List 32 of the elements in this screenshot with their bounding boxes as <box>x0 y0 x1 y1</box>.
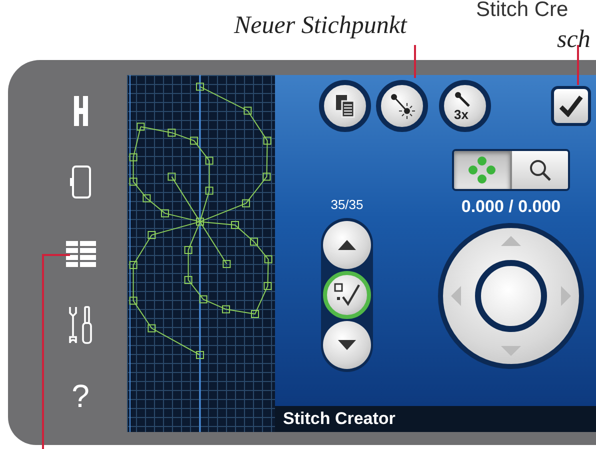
new-point-button[interactable] <box>376 80 428 132</box>
search-icon <box>528 158 552 182</box>
stitch-line-icon <box>454 91 472 109</box>
stitch-check-icon <box>333 282 361 308</box>
copy-icon <box>334 94 356 118</box>
previous-stitch-button[interactable] <box>323 221 371 269</box>
screen-title: Stitch Creator <box>283 409 396 429</box>
callout-label: Stitch Cre <box>476 0 568 22</box>
up-arrow-icon <box>338 240 356 250</box>
callout-label: Neuer Stichpunkt <box>234 12 407 40</box>
select-stitch-button[interactable] <box>323 271 371 319</box>
up-arrow-icon <box>501 236 521 246</box>
confirm-button[interactable] <box>551 86 591 126</box>
help-button[interactable]: ? <box>72 380 90 412</box>
stitch-grid-canvas[interactable] <box>127 75 275 432</box>
checkmark-icon <box>559 95 583 117</box>
down-arrow-icon <box>501 346 521 356</box>
move-arrows-icon <box>468 156 496 184</box>
right-arrow-icon <box>561 286 571 306</box>
callout-label: sch <box>557 26 590 54</box>
left-arrow-icon <box>451 286 461 306</box>
position-readout: 0.000 / 0.000 <box>461 197 561 217</box>
down-arrow-icon <box>338 340 356 350</box>
leader-line <box>577 45 579 85</box>
copy-button[interactable] <box>319 80 371 132</box>
stitch-counter: 35/35 <box>330 197 364 212</box>
next-stitch-button[interactable] <box>323 321 371 369</box>
zoom-mode-tab[interactable] <box>510 151 568 189</box>
leader-line <box>414 45 416 78</box>
step-stitch-button[interactable]: 3x <box>439 80 491 132</box>
menu-grid-icon[interactable] <box>66 240 96 267</box>
tablet-icon[interactable] <box>70 165 92 200</box>
